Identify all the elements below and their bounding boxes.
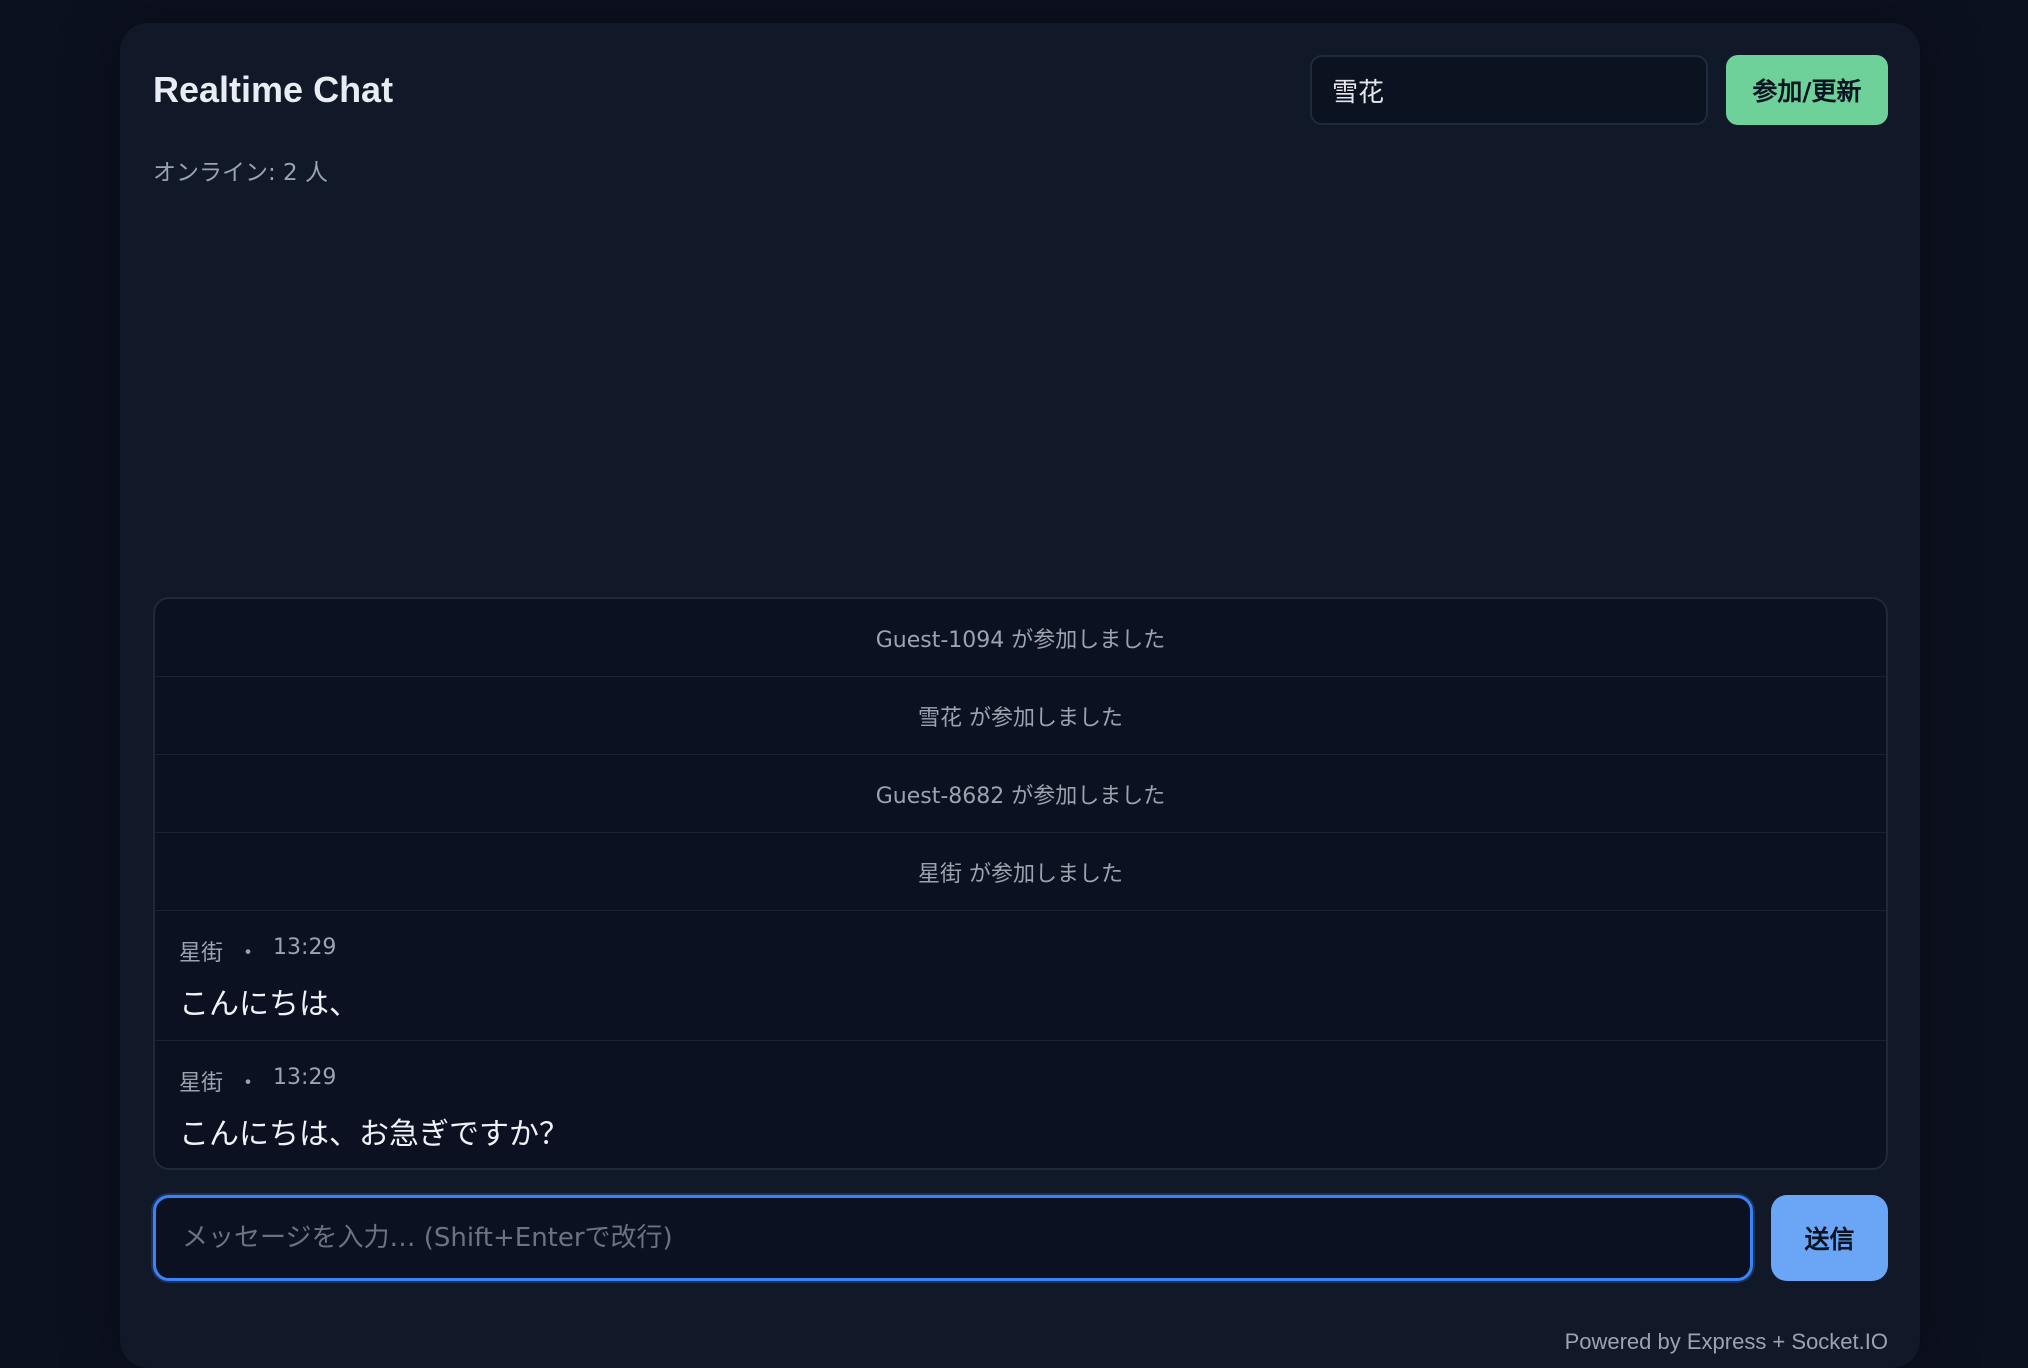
meta-separator: ・ (237, 1071, 260, 1096)
online-count: オンライン: 2 人 (153, 160, 329, 186)
system-message: Guest-8682 が参加しました (155, 755, 1886, 833)
message-time: 13:29 (273, 1065, 337, 1090)
system-message: Guest-1094 が参加しました (155, 599, 1886, 677)
chat-message: 星街 ・ 13:29 こんにちは、 (155, 911, 1886, 1041)
message-text: こんにちは、お急ぎですか？ (179, 1117, 569, 1152)
send-button[interactable]: 送信 (1771, 1195, 1888, 1281)
message-list[interactable]: Guest-1094 が参加しました 雪花 が参加しました Guest-8682… (153, 597, 1888, 1170)
app-title: Realtime Chat (153, 69, 394, 110)
message-meta: 星街 ・ 13:29 (179, 935, 1862, 967)
message-author: 星街 (179, 1071, 224, 1096)
system-message: 星街 が参加しました (155, 833, 1886, 911)
message-text: こんにちは、 (179, 987, 359, 1022)
system-message: 雪花 が参加しました (155, 677, 1886, 755)
name-input[interactable] (1310, 55, 1708, 125)
message-time: 13:29 (273, 935, 337, 960)
message-author: 星街 (179, 941, 224, 966)
footer-credit: Powered by Express + Socket.IO (1564, 1329, 1888, 1354)
meta-separator: ・ (237, 941, 260, 966)
chat-message: 星街 ・ 13:29 こんにちは、お急ぎですか？ (155, 1041, 1886, 1168)
message-meta: 星街 ・ 13:29 (179, 1065, 1862, 1097)
chat-app: Realtime Chat 参加/更新 オンライン: 2 人 Guest-109… (120, 23, 1920, 1368)
message-input[interactable] (153, 1195, 1753, 1281)
join-update-button[interactable]: 参加/更新 (1726, 55, 1888, 125)
